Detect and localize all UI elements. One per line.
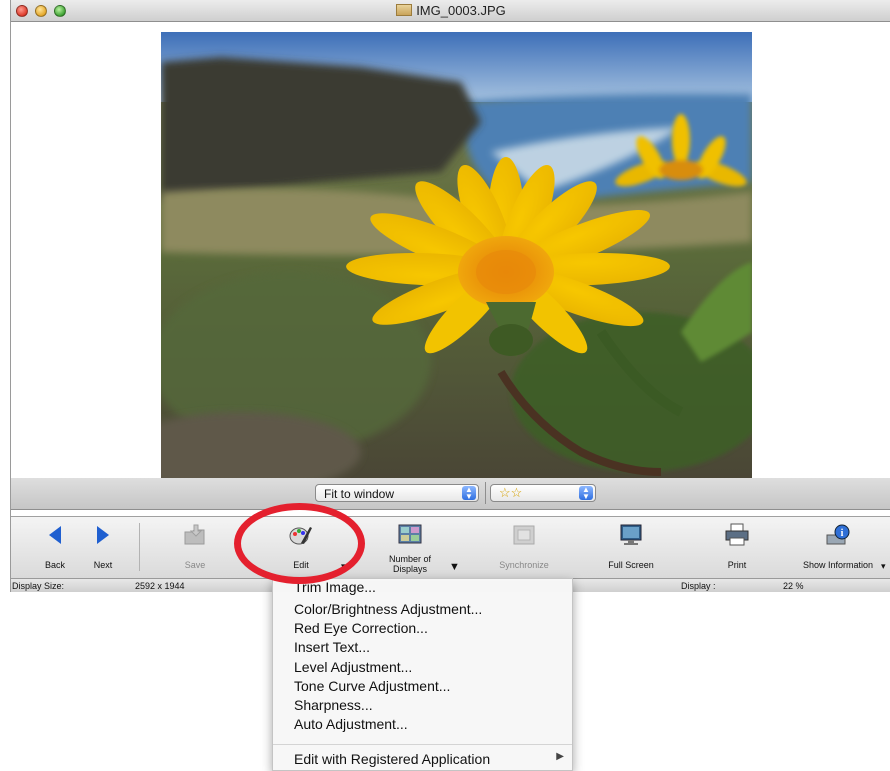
menu-item-trim-image[interactable]: Trim Image... — [294, 581, 376, 595]
save-icon — [184, 524, 205, 545]
zoom-popup-value: Fit to window — [324, 487, 395, 501]
back-arrow-icon — [49, 526, 61, 544]
popup-arrows-icon: ▲ ▼ — [462, 486, 476, 501]
menu-item-level-adjustment[interactable]: Level Adjustment... — [294, 658, 412, 677]
info-dropdown-icon[interactable]: ▾ — [881, 561, 886, 572]
display-size-label: Display Size: — [12, 581, 65, 591]
toolbar-divider — [139, 523, 140, 571]
menu-item-sharpness[interactable]: Sharpness... — [294, 696, 373, 715]
next-button[interactable]: Next — [87, 517, 119, 577]
next-label: Next — [93, 560, 113, 570]
back-button[interactable]: Back — [39, 517, 71, 577]
displays-label-line1: Number of — [388, 554, 432, 564]
show-information-label: Show Information — [802, 560, 874, 570]
popup-arrows-icon: ▲ ▼ — [579, 486, 593, 501]
display-zoom-label: Display : — [681, 581, 716, 591]
displays-dropdown-icon[interactable]: ▼ — [449, 561, 460, 573]
multi-display-icon — [398, 524, 422, 544]
display-zoom-value: 22 % — [783, 581, 804, 591]
synchronize-button[interactable]: Synchronize — [493, 517, 555, 577]
edit-dropdown-menu: Trim Image... Color/Brightness Adjustmen… — [272, 578, 573, 771]
edit-label: Edit — [293, 560, 309, 570]
menu-item-tone-curve[interactable]: Tone Curve Adjustment... — [294, 677, 450, 696]
info-icon: i — [826, 524, 850, 545]
save-label: Save — [184, 560, 206, 570]
toolbar: Back Next Save Edit ▾ Number of Displays… — [11, 516, 890, 578]
back-label: Back — [44, 560, 65, 570]
synchronize-label: Synchronize — [499, 560, 549, 570]
rating-popup[interactable]: ☆☆ ▲ ▼ — [490, 484, 596, 502]
menu-item-insert-text[interactable]: Insert Text... — [294, 638, 370, 657]
full-screen-button[interactable]: Full Screen — [601, 517, 661, 577]
synchronize-icon — [513, 525, 535, 545]
displays-label-line2: Displays — [392, 564, 427, 574]
printer-icon — [725, 523, 749, 546]
menu-separator — [273, 744, 572, 745]
edit-palette-icon — [289, 527, 312, 545]
menu-item-red-eye[interactable]: Red Eye Correction... — [294, 619, 428, 638]
menu-item-registered-application[interactable]: Edit with Registered Application — [294, 750, 490, 769]
menu-item-auto-adjustment[interactable]: Auto Adjustment... — [294, 715, 408, 734]
viewer-window: IMG_0003.JPG Fit to window ▲ ▼ ☆☆ ▲ ▼ Ba… — [10, 0, 890, 592]
image-view[interactable] — [11, 22, 890, 479]
edit-dropdown-icon[interactable]: ▾ — [341, 561, 346, 572]
print-button[interactable]: Print — [717, 517, 757, 577]
show-information-button[interactable]: i Show Information — [795, 517, 881, 577]
monitor-icon — [620, 524, 642, 545]
print-label: Print — [727, 560, 747, 570]
title-bar[interactable]: IMG_0003.JPG — [11, 0, 890, 22]
window-title-text: IMG_0003.JPG — [416, 3, 506, 18]
full-screen-label: Full Screen — [608, 560, 654, 570]
next-arrow-icon — [97, 526, 109, 544]
window-title: IMG_0003.JPG — [11, 3, 890, 18]
submenu-arrow-icon: ▶ — [556, 751, 564, 762]
edit-button[interactable]: Edit — [281, 517, 321, 577]
viewbar-divider — [485, 482, 486, 504]
zoom-popup[interactable]: Fit to window ▲ ▼ — [315, 484, 479, 502]
menu-item-color-brightness[interactable]: Color/Brightness Adjustment... — [294, 600, 482, 619]
number-of-displays-button[interactable]: Number of Displays — [379, 517, 441, 577]
photo-image — [161, 32, 752, 478]
display-size-value: 2592 x 1944 — [135, 581, 185, 591]
svg-text:i: i — [841, 528, 844, 539]
rating-stars: ☆☆ — [499, 485, 523, 500]
save-button[interactable]: Save — [175, 517, 215, 577]
file-icon — [396, 4, 413, 16]
view-options-bar: Fit to window ▲ ▼ ☆☆ ▲ ▼ — [11, 478, 890, 510]
